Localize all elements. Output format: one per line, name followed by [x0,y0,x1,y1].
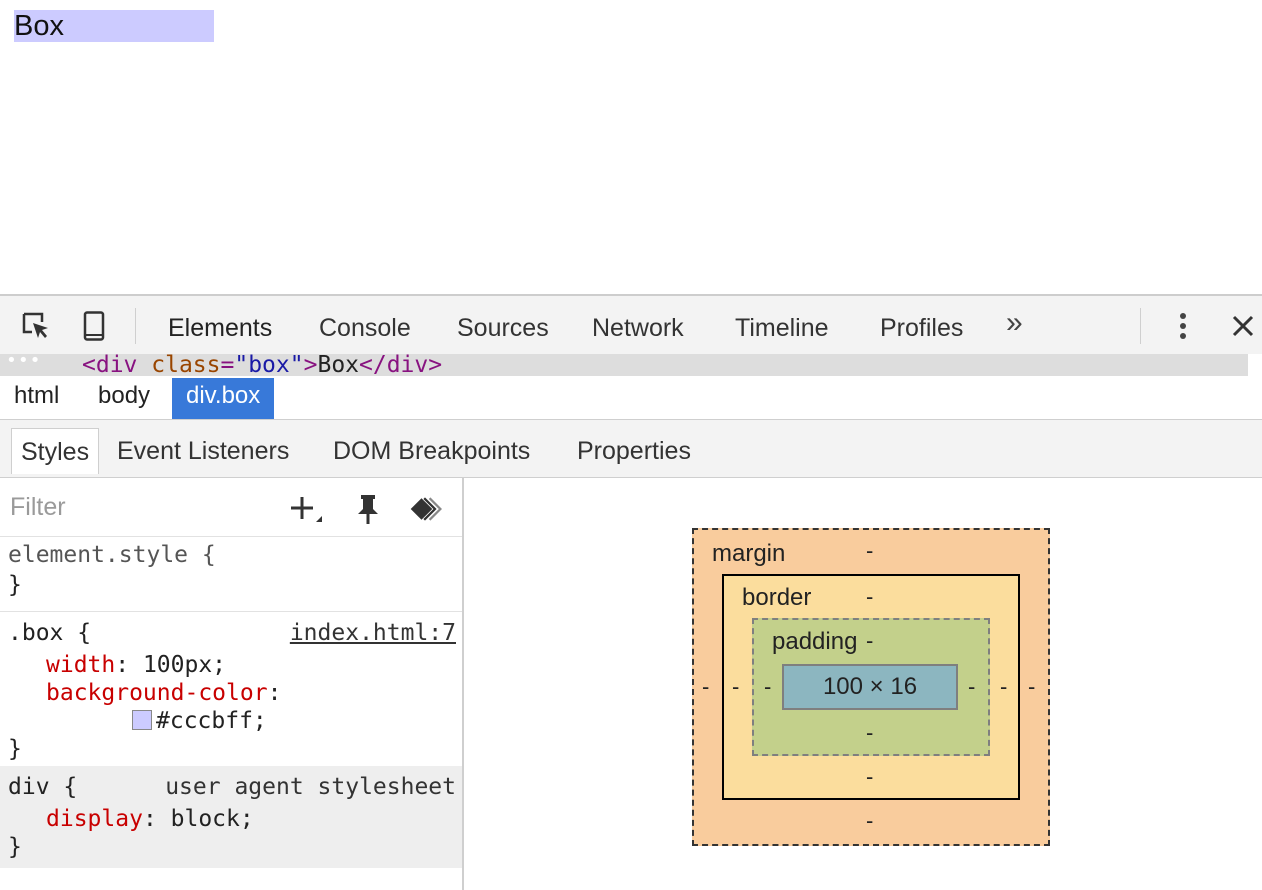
rule-element-style[interactable]: element.style { } [0,536,462,612]
breadcrumb-body[interactable]: body [84,378,164,419]
rule-close-brace: } [8,572,22,598]
selector-box[interactable]: .box { [8,620,91,646]
dom-close-bracket: > [303,352,318,378]
vertical-dots-icon[interactable] [1167,310,1199,342]
rule-close-brace: } [8,834,22,860]
tab-event-listeners[interactable]: Event Listeners [117,428,289,474]
dom-text: Box [317,352,360,378]
property-bg-value[interactable]: #cccbff; [156,708,267,734]
dom-end-tag: </div> [359,352,443,378]
box-model-content[interactable]: 100 × 16 [782,664,958,710]
dom-ellipsis-icon[interactable]: ••• [6,350,42,372]
box-model-border[interactable]: border - - - - padding - - - - 100 × 16 [722,574,1020,800]
device-mode-icon[interactable] [78,310,110,342]
margin-right-value[interactable]: - [1028,676,1035,698]
property-width-value[interactable]: : 100px; [115,652,226,678]
breadcrumb-div-box[interactable]: div.box [172,378,275,419]
element-state-icon[interactable] [408,492,444,526]
property-bg-name[interactable]: background-color [46,680,268,706]
dom-attr-name: class [151,352,221,378]
dom-node[interactable]: <div class="box">Box</div> [82,352,443,378]
dom-attr-eq: = [220,352,235,378]
devtools-toolbar: Elements Console Sources Network Timelin… [0,294,1262,357]
tab-sources[interactable]: Sources [457,310,549,346]
rule-div-user-agent: div { user agent stylesheet display: blo… [0,766,462,868]
tab-timeline[interactable]: Timeline [735,310,829,346]
border-bottom-value[interactable]: - [866,766,873,788]
tab-elements[interactable]: Elements [151,310,293,357]
styles-pane: element.style { } .box { index.html:7 wi… [0,478,464,890]
selector-div: div { [8,774,78,800]
styles-filter-input[interactable] [6,490,274,524]
padding-bottom-value[interactable]: - [866,722,873,744]
breadcrumb: html body div.box [0,378,1262,420]
content-size[interactable]: 100 × 16 [784,666,956,708]
dom-scrollbar[interactable] [1248,354,1262,376]
new-style-rule-icon[interactable] [288,492,324,526]
border-top-value[interactable]: - [866,586,873,608]
property-display-value: : block; [142,806,254,832]
color-swatch[interactable] [132,710,152,730]
devtools-panel: Elements Console Sources Network Timelin… [0,294,1262,890]
property-display-name: display [46,806,143,832]
border-right-value[interactable]: - [1000,676,1007,698]
close-icon[interactable] [1227,310,1259,342]
styles-filter-bar [0,478,462,537]
box-model-padding[interactable]: padding - - - - 100 × 16 [752,618,990,756]
user-agent-label: user agent stylesheet [165,774,456,800]
property-bg-colon: : [267,680,282,706]
rule-box[interactable]: .box { index.html:7 width: 100px; backgr… [0,612,462,766]
border-left-value[interactable]: - [732,676,739,698]
property-width-name[interactable]: width [46,652,115,678]
dom-open-tag: <div [82,352,138,378]
box-model-margin[interactable]: margin - - - - border - - - - padding - … [692,528,1050,846]
inspect-element-icon[interactable] [20,310,52,342]
rule-close-brace: } [8,736,22,762]
box-model-pane: margin - - - - border - - - - padding - … [464,478,1262,890]
breadcrumb-html[interactable]: html [0,378,73,419]
padding-right-value[interactable]: - [968,676,975,698]
padding-label: padding [772,628,858,655]
tab-network[interactable]: Network [592,310,684,346]
more-tabs-button[interactable]: » [1006,306,1023,340]
padding-top-value[interactable]: - [866,630,873,652]
pin-icon[interactable] [350,492,386,526]
dom-attr-value: "box" [234,352,304,378]
tab-console[interactable]: Console [319,310,411,346]
toolbar-divider [135,308,136,344]
margin-bottom-value[interactable]: - [866,810,873,832]
tab-styles[interactable]: Styles [11,428,100,474]
sidebar-tabs: Styles Event Listeners DOM Breakpoints P… [0,420,1262,478]
margin-top-value[interactable]: - [866,540,873,562]
margin-label: margin [712,540,786,567]
toolbar-divider [1140,308,1141,344]
tab-dom-breakpoints[interactable]: DOM Breakpoints [333,428,530,474]
padding-left-value[interactable]: - [764,676,771,698]
dom-tree-selected-line[interactable]: ••• <div class="box">Box</div> [0,350,1248,378]
border-label: border [742,584,812,611]
box-element: Box [14,10,214,42]
source-link[interactable]: index.html:7 [290,618,456,648]
margin-left-value[interactable]: - [702,676,709,698]
tab-properties[interactable]: Properties [577,428,691,474]
selector-element-style[interactable]: element.style { [8,542,216,568]
tab-profiles[interactable]: Profiles [880,310,963,346]
